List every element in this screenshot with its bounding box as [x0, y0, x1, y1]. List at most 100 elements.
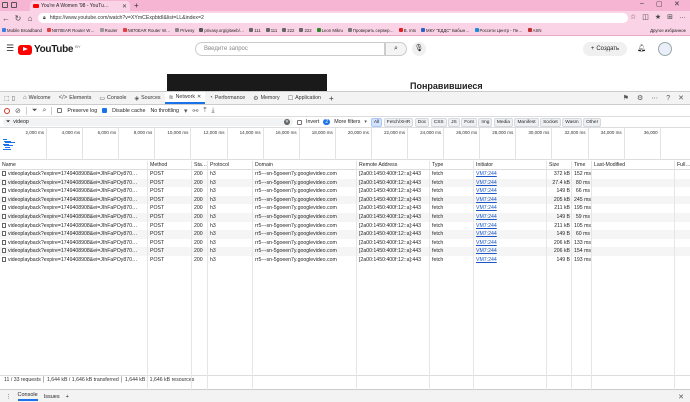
bookmark-item[interactable]: Leon Mikru	[316, 28, 343, 33]
favorites-icon[interactable]: ★	[655, 13, 661, 21]
initiator-link[interactable]: VM7:244	[474, 239, 547, 248]
column-header[interactable]: Name	[0, 161, 148, 170]
video-player[interactable]	[167, 74, 327, 91]
workspaces-icon[interactable]	[2, 2, 8, 8]
type-filter-css[interactable]: CSS	[430, 117, 447, 127]
bookmark-item[interactable]: privasy.org/gitweb/…	[199, 28, 244, 33]
initiator-link[interactable]: VM7:244	[474, 230, 547, 239]
upload-icon[interactable]: ⤒	[203, 107, 206, 115]
column-header[interactable]: Sta…	[192, 161, 208, 170]
table-row[interactable]: videoplayback?expire=1749408908&ei=JIhFa…	[0, 204, 690, 213]
search-icon[interactable]: ⌕	[42, 107, 46, 115]
clear-icon[interactable]: ⊘	[15, 107, 21, 115]
drawer-tab-console[interactable]: Console	[17, 392, 38, 401]
table-row[interactable]: videoplayback?expire=1749408908&ei=JIhFa…	[0, 256, 690, 265]
initiator-link[interactable]: VM7:244	[474, 204, 547, 213]
drawer-add-tab-button[interactable]: +	[66, 394, 69, 400]
more-filters-button[interactable]: More filters	[334, 119, 360, 125]
tab-memory[interactable]: ⚙ Memory	[249, 92, 284, 104]
bookmark-item[interactable]: N870EAR Router W…	[122, 28, 170, 33]
close-window-icon[interactable]: ✕	[674, 0, 680, 8]
issues-icon[interactable]: ⚑	[623, 94, 629, 102]
record-icon[interactable]	[4, 107, 10, 114]
throttling-select[interactable]: No throttling	[150, 108, 179, 114]
type-filter-fetch-xhr[interactable]: Fetch/XHR	[383, 117, 414, 127]
tab-elements[interactable]: </> Elements	[55, 92, 96, 104]
bookmark-item[interactable]: 222	[299, 28, 312, 33]
initiator-link[interactable]: VM7:244	[474, 179, 547, 188]
table-row[interactable]: videoplayback?expire=1749408908&ei=JIhFa…	[0, 247, 690, 256]
disable-cache-checkbox[interactable]	[102, 108, 108, 113]
type-filter-media[interactable]: Media	[493, 117, 513, 127]
initiator-link[interactable]: VM7:244	[474, 187, 547, 196]
drawer-tab-issues[interactable]: Issues	[44, 394, 60, 400]
type-filter-img[interactable]: Img	[478, 117, 493, 127]
hamburger-menu-icon[interactable]: ☰	[6, 43, 14, 54]
bookmark-item[interactable]: Россети Центр - Пе…	[474, 28, 523, 33]
refresh-icon[interactable]: ↻	[12, 14, 24, 23]
column-header[interactable]: Full…	[675, 161, 690, 170]
bookmark-item[interactable]: ASN	[527, 28, 541, 33]
minimize-icon[interactable]: –	[640, 0, 644, 7]
collections-icon[interactable]: ⊞	[667, 13, 673, 21]
bookmark-item[interactable]: МКУ "ЕДДС" Бабын…	[420, 28, 470, 33]
initiator-link[interactable]: VM7:244	[474, 247, 547, 256]
close-devtools-icon[interactable]: ✕	[678, 94, 684, 102]
table-row[interactable]: videoplayback?expire=1749408908&ei=JIhFa…	[0, 178, 690, 188]
column-header[interactable]: Protocol	[208, 161, 253, 170]
initiator-link[interactable]: VM7:244	[474, 196, 547, 205]
tab-sources[interactable]: ◈ Sources	[130, 92, 164, 104]
type-filter-doc[interactable]: Doc	[414, 117, 430, 127]
maximize-icon[interactable]: ▢	[656, 0, 663, 8]
type-filter-all[interactable]: All	[370, 117, 383, 127]
bookmark-item[interactable]: N870EAR Router W…	[46, 28, 95, 33]
table-row[interactable]: videoplayback?expire=1749408908&ei=JIhFa…	[0, 170, 690, 179]
preserve-log-checkbox[interactable]	[57, 108, 63, 113]
favorite-star-icon[interactable]: ☆	[630, 13, 636, 21]
column-header[interactable]: Time	[572, 161, 592, 170]
notifications-bell-icon[interactable]: 🔔︎	[637, 44, 646, 52]
type-filter-font[interactable]: Font	[461, 117, 477, 127]
filter-icon[interactable]: ⏷	[32, 107, 38, 115]
bookmark-item[interactable]: Mobile Broadband	[2, 28, 42, 33]
table-row[interactable]: videoplayback?expire=1749408908&ei=JIhFa…	[0, 212, 690, 222]
inspect-icon[interactable]: ⬚	[4, 95, 10, 102]
tab-application[interactable]: ☐ Application	[284, 92, 325, 104]
table-row[interactable]: videoplayback?expire=1749408908&ei=JIhFa…	[0, 195, 690, 205]
filter-input[interactable]: ⏷ videop ✕	[3, 118, 293, 126]
more-tools-button[interactable]: +	[325, 92, 338, 104]
bookmark-item[interactable]: Privesy	[175, 28, 194, 33]
drawer-menu-icon[interactable]: ⋮	[6, 394, 12, 400]
tab-performance[interactable]: ◔ Performance	[205, 92, 249, 104]
other-favorites-folder[interactable]: Другое избранное	[650, 28, 686, 33]
help-icon[interactable]: ?	[666, 95, 670, 102]
type-filter-wasm[interactable]: Wasm	[562, 117, 582, 127]
network-conditions-icon[interactable]: ⚯	[193, 107, 199, 115]
chevron-down-icon[interactable]: ▾	[364, 119, 367, 125]
invert-checkbox[interactable]	[297, 119, 302, 125]
column-header[interactable]: Remote Address	[357, 161, 430, 170]
home-icon[interactable]: ⌂	[24, 14, 36, 23]
column-header[interactable]: Type	[430, 161, 474, 170]
type-filter-other[interactable]: Other	[583, 117, 602, 127]
column-header[interactable]: Domain	[253, 161, 357, 170]
column-header[interactable]: Last-Modified	[592, 161, 675, 170]
table-row[interactable]: videoplayback?expire=1749408908&ei=JIhFa…	[0, 222, 690, 231]
column-header[interactable]: Initiator	[474, 161, 547, 170]
bookmark-item[interactable]: Router	[99, 28, 118, 33]
voice-search-button[interactable]: 🎙︎	[412, 42, 426, 56]
back-icon[interactable]: ←	[0, 14, 12, 23]
bookmark-item[interactable]: Проверить сервер…	[347, 28, 394, 33]
url-input[interactable]: 🔒︎ https://www.youtube.com/watch?v=XYmCE…	[38, 13, 628, 23]
bookmark-item[interactable]: 111	[265, 28, 277, 33]
type-filter-js[interactable]: JS	[448, 117, 460, 127]
tab-search-icon[interactable]	[11, 2, 17, 8]
download-icon[interactable]: ⤓	[212, 107, 215, 115]
table-row[interactable]: videoplayback?expire=1749408908&ei=JIhFa…	[0, 187, 690, 196]
device-toolbar-icon[interactable]: ▯	[12, 95, 15, 102]
close-tab-icon[interactable]: ✕	[197, 94, 201, 100]
avatar[interactable]	[658, 42, 672, 56]
chevron-down-icon[interactable]: ▾	[184, 107, 188, 115]
split-screen-icon[interactable]: ◫	[642, 13, 649, 21]
tab-actions[interactable]	[2, 2, 24, 9]
